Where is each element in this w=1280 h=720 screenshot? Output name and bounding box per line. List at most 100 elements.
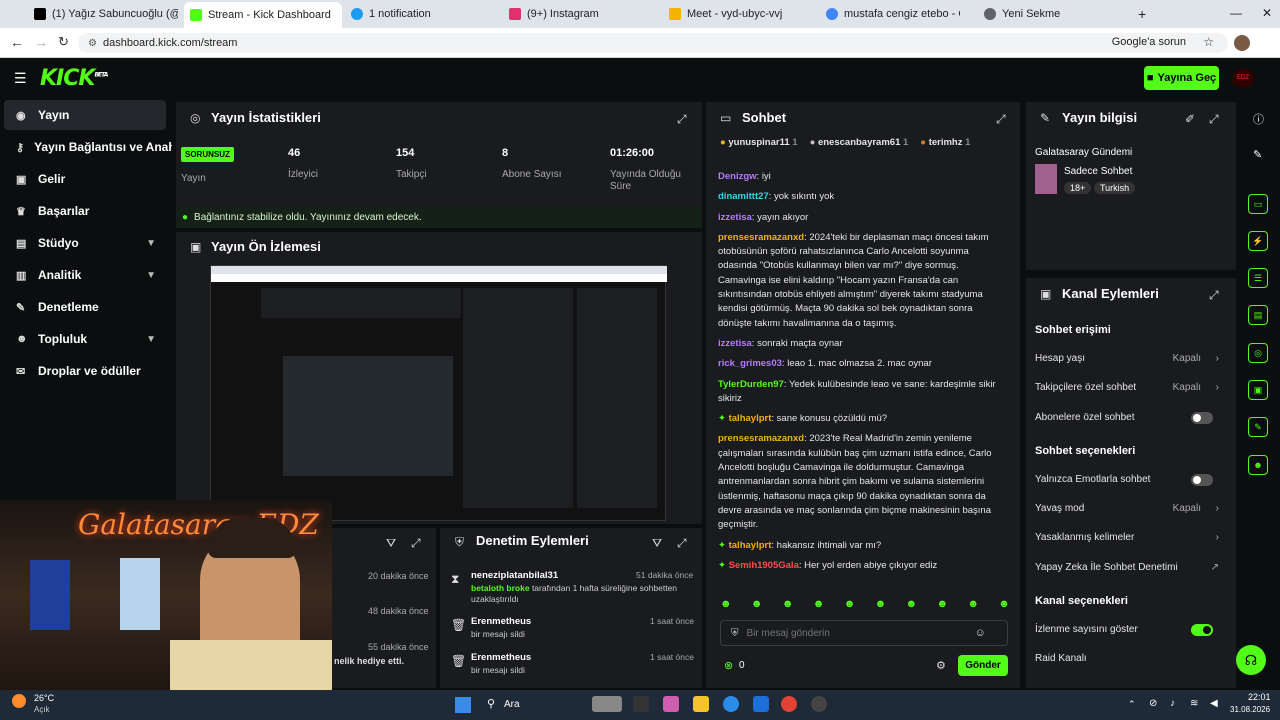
copilot-icon[interactable] [663,696,679,712]
browser-tab-active[interactable]: Stream - Kick Dashboard [184,2,342,28]
sidebar-item-stream-key[interactable]: ⚷Yayın Bağlantısı ve Anahtarı [4,132,172,162]
sidebar-item-stream[interactable]: ◉ Yayın [4,100,166,130]
chat-username[interactable]: Semih1905Gala [729,560,799,571]
rail-channel-icon[interactable]: ▣ [1248,380,1268,400]
browser-tab[interactable]: (9+) Instagram [503,4,653,24]
emote-icon[interactable]: ☻ [751,598,763,612]
support-chat-icon[interactable]: ☊ [1236,645,1266,675]
sidebar-item-studio[interactable]: ▤ Stüdyo ▼ [4,228,166,258]
emote-icon[interactable]: ☻ [813,598,825,612]
chat-username[interactable]: izzetisa [718,212,752,223]
kick-logo[interactable]: KICKBETA [40,66,108,91]
browser-tab[interactable]: Meet - vyd-ubyc-vvj [663,4,803,24]
task-view-icon[interactable] [633,696,649,712]
slow-mode-setting[interactable]: Yavaş mod Kapalı › [1035,503,1225,514]
chevron-up-icon[interactable]: ⌃ [1128,699,1136,710]
expand-icon[interactable]: ⤢ [1209,112,1219,127]
info-icon[interactable]: ⓘ [1253,111,1264,127]
rail-wrench-icon[interactable]: ✎ [1248,417,1268,437]
url-field[interactable]: ⚙ dashboard.kick.com/stream Google'a sor… [78,33,1228,53]
emote-icon[interactable]: ☻ [720,598,732,612]
filter-icon[interactable]: ⛛ [386,536,396,551]
pencil-icon[interactable]: ✎ [1253,148,1262,161]
sidebar-item-moderation[interactable]: ✎ Denetleme [4,292,166,322]
clock-time[interactable]: 22:01 [1248,692,1271,702]
banned-words-setting[interactable]: Yasaklanmış kelimeler › [1035,532,1225,543]
account-age-setting[interactable]: Hesap yaşı Kapalı › [1035,353,1225,364]
windows-start-icon[interactable] [455,697,471,713]
emote-icon[interactable]: ☻ [967,598,979,612]
reload-icon[interactable]: ↻ [58,34,69,50]
emote-icon[interactable]: ☻ [998,598,1010,612]
network-icon[interactable]: ⊘ [1149,698,1157,709]
back-icon[interactable]: ← [10,34,24,50]
minimize-icon[interactable]: — [1230,6,1242,20]
rail-people-icon[interactable]: ☻ [1248,455,1268,475]
forward-icon[interactable]: → [34,34,48,50]
sidebar-item-analytics[interactable]: ▥ Analitik ▼ [4,260,166,290]
browser-tab[interactable]: mustafa cengiz etebo - Google [820,4,960,24]
sidebar-item-revenue[interactable]: ▣ Gelir [4,164,166,194]
expand-icon[interactable]: ⤢ [1209,288,1219,303]
gifter[interactable]: ● yunuspinar11 1 [720,137,798,155]
category-name[interactable]: Sadece Sohbet [1064,166,1132,177]
google-ask-button[interactable]: Google'a sorun [1112,36,1186,48]
emote-icon[interactable]: ☻ [844,598,856,612]
sidebar-item-drops[interactable]: ✉ Droplar ve ödüller [4,356,166,386]
mod-target-user[interactable]: Erenmetheus [471,652,531,663]
new-tab-icon[interactable]: + [1138,6,1146,22]
chat-username[interactable]: Denizgw [718,171,757,182]
chat-username[interactable]: talhaylprt [729,413,772,424]
expand-icon[interactable]: ⤢ [996,112,1006,127]
chat-username[interactable]: dinamittt27 [718,191,769,202]
sidebar-item-community[interactable]: ☻ Topluluk ▼ [4,324,166,354]
rail-list-icon[interactable]: ☰ [1248,268,1268,288]
app-icon[interactable] [811,696,827,712]
expand-icon[interactable]: ⤢ [677,112,687,127]
chrome-icon[interactable] [781,696,797,712]
chat-input[interactable]: ⛨ ☺ [720,620,1008,646]
chat-message-field[interactable] [746,627,967,639]
chat-username[interactable]: TylerDurden97 [718,379,784,390]
sidebar-item-achievements[interactable]: ♛ Başarılar [4,196,166,226]
mic-icon[interactable]: ♪ [1170,698,1175,709]
emotes-only-toggle[interactable] [1191,474,1213,486]
rail-lightning-icon[interactable]: ⚡ [1248,231,1268,251]
chat-username[interactable]: prensesramazanxd [718,433,804,444]
chat-username[interactable]: rick_grimes03 [718,358,782,369]
mod-target-user[interactable]: Erenmetheus [471,616,531,627]
gifter[interactable]: ● enescanbayram61 1 [810,137,909,155]
chat-username[interactable]: izzetisa [718,338,752,349]
followers-only-setting[interactable]: Takipçilere özel sohbet Kapalı › [1035,382,1225,393]
filter-icon[interactable]: ⛛ [652,536,662,551]
emote-icon[interactable]: ☻ [906,598,918,612]
emote-icon[interactable]: ☻ [875,598,887,612]
edge-icon[interactable] [723,696,739,712]
rail-chat-icon[interactable]: ▤ [1248,305,1268,325]
raid-setting[interactable]: Raid Kanalı [1035,653,1225,664]
emoji-icon[interactable]: ☺ [975,627,986,639]
ai-moderation-setting[interactable]: Yapay Zeka İle Sohbet Denetimi ↗ [1035,562,1225,573]
emote-icon[interactable]: ☻ [782,598,794,612]
volume-icon[interactable]: ◀ [1210,698,1218,709]
settings-icon[interactable]: ⚙ [936,659,946,672]
stream-preview-video[interactable] [210,265,667,521]
profile-avatar[interactable] [1234,35,1250,51]
close-window-icon[interactable]: ✕ [1262,6,1272,20]
chat-username[interactable]: prensesramazanxd [718,232,804,243]
go-live-button[interactable]: ■ Yayına Geç [1144,66,1219,90]
mod-target-user[interactable]: neneziplatanbilal31 [471,570,558,581]
expand-icon[interactable]: ⤢ [677,536,687,551]
store-icon[interactable] [753,696,769,712]
browser-tab[interactable]: 1 notification [345,4,495,24]
menu-icon[interactable]: ☰ [14,70,27,87]
browser-tab[interactable]: Yeni Sekme [978,4,1118,24]
rail-widget-icon[interactable]: ▭ [1248,194,1268,214]
rail-target-icon[interactable]: ◎ [1248,343,1268,363]
wifi-icon[interactable]: ≋ [1190,698,1198,709]
user-avatar[interactable]: EDZ [1232,69,1254,87]
browser-tab[interactable]: (1) Yağız Sabuncuoğlu (@yego... [28,4,178,24]
file-explorer-icon[interactable] [693,696,709,712]
show-viewers-toggle[interactable] [1191,624,1213,636]
subs-only-toggle[interactable] [1191,412,1213,424]
